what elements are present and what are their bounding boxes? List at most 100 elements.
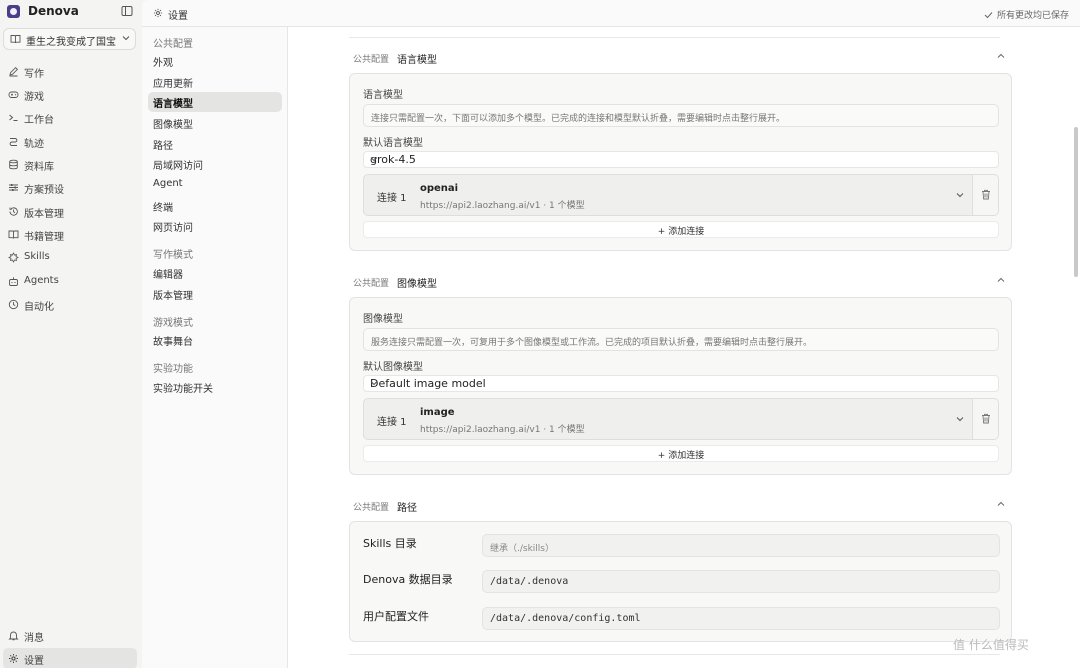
- nav-item-label: 资料库: [24, 162, 54, 173]
- bell-icon: [8, 630, 19, 641]
- nav-item-label: 工作台: [24, 115, 54, 126]
- field-label: 默认图像模型: [363, 362, 423, 373]
- default-image-model-select[interactable]: Default image model: [363, 375, 999, 392]
- nav-item-label: 自动化: [24, 302, 54, 313]
- watermark-text: 值 什么值得买: [953, 638, 1029, 652]
- nav-item-automation[interactable]: 自动化: [3, 294, 137, 315]
- add-connection-button[interactable]: + 添加连接: [363, 445, 999, 462]
- chevron-down-icon[interactable]: [956, 416, 964, 422]
- delete-connection-button[interactable]: [972, 399, 998, 439]
- settings-nav-label: Agent: [153, 178, 183, 189]
- section-scope: 公共配置: [353, 55, 390, 65]
- chevron-down-icon: [122, 35, 130, 41]
- nav-item-versions[interactable]: 版本管理: [3, 201, 137, 222]
- settings-nav-appearance[interactable]: 外观: [148, 51, 282, 71]
- nav-item-game[interactable]: 游戏: [3, 84, 137, 105]
- paths-card: Skills 目录 继承（./skills） Denova 数据目录 /data…: [349, 521, 1012, 642]
- chevron-down-icon: [370, 380, 992, 386]
- nav-item-workbench[interactable]: 工作台: [3, 107, 137, 128]
- bot-icon: [8, 276, 19, 287]
- nav-item-messages[interactable]: 消息: [3, 625, 137, 646]
- info-note-text: 连接只需配置一次，下面可以添加多个模型。已完成的连接和模型默认折叠，需要编辑时点…: [371, 114, 786, 124]
- clock-icon: [8, 299, 19, 310]
- delete-connection-button[interactable]: [972, 175, 998, 215]
- project-selector[interactable]: 重生之我变成了国宝: [3, 28, 136, 50]
- default-language-model-select[interactable]: grok-4.5: [363, 151, 999, 168]
- nav-item-write[interactable]: 写作: [3, 61, 137, 82]
- scrollbar[interactable]: [1072, 27, 1080, 668]
- connection-row[interactable]: 连接 1 image https://api2.laozhang.ai/v1 ·…: [363, 398, 999, 440]
- settings-nav-experimental[interactable]: 实验功能开关: [148, 377, 282, 397]
- terminal-icon: [8, 112, 19, 123]
- settings-content: 公共配置 语言模型 语言模型 连接只需配置一次，下面可以添加多个模型。已完成的连…: [288, 27, 1080, 668]
- settings-section-label: 写作模式: [153, 250, 193, 261]
- sidebar-toggle-icon[interactable]: [121, 5, 133, 17]
- settings-nav-updates[interactable]: 应用更新: [148, 72, 282, 92]
- settings-nav-label: 实验功能开关: [153, 384, 213, 395]
- language-model-card: 语言模型 连接只需配置一次，下面可以添加多个模型。已完成的连接和模型默认折叠，需…: [349, 73, 1012, 251]
- scrollbar-thumb[interactable]: [1074, 127, 1078, 277]
- settings-nav-version-control[interactable]: 版本管理: [148, 284, 282, 304]
- chevron-up-icon[interactable]: [997, 501, 1005, 507]
- input-placeholder: 继承（./skills）: [490, 544, 554, 554]
- section-header-paths[interactable]: 公共配置 路径: [353, 498, 1009, 514]
- settings-nav-label: 编辑器: [153, 270, 183, 281]
- chevron-up-icon[interactable]: [997, 277, 1005, 283]
- connection-detail: https://api2.laozhang.ai/v1 · 1 个模型: [420, 425, 585, 435]
- nav-item-books[interactable]: 书籍管理: [3, 224, 137, 245]
- route-icon: [8, 136, 19, 147]
- trash-icon: [981, 413, 991, 424]
- pen-icon: [8, 66, 19, 77]
- chevron-up-icon[interactable]: [997, 53, 1005, 59]
- section-title: 语言模型: [397, 55, 437, 66]
- data-dir-input[interactable]: /data/.denova: [482, 570, 1000, 593]
- divider: [349, 654, 1000, 655]
- settings-nav-image-model[interactable]: 图像模型: [148, 113, 282, 133]
- nav-item-presets[interactable]: 方案预设: [3, 177, 137, 198]
- nav-item-agents[interactable]: Agents: [3, 271, 137, 292]
- add-connection-button[interactable]: + 添加连接: [363, 221, 999, 238]
- input-value: /data/.denova/config.toml: [490, 613, 641, 624]
- nav-item-label: 书籍管理: [24, 232, 64, 243]
- nav-item-label: Skills: [24, 251, 50, 262]
- settings-nav-story-stage[interactable]: 故事舞台: [148, 330, 282, 350]
- section-header-language-model[interactable]: 公共配置 语言模型: [353, 50, 1009, 66]
- sliders-icon: [8, 182, 19, 193]
- book-open-icon: [10, 34, 21, 44]
- settings-nav-terminal[interactable]: 终端: [148, 196, 282, 216]
- nav-item-label: 游戏: [24, 92, 44, 103]
- section-scope: 公共配置: [353, 503, 390, 513]
- divider: [349, 37, 1000, 38]
- chevron-down-icon[interactable]: [956, 192, 964, 198]
- skills-dir-input[interactable]: 继承（./skills）: [482, 534, 1000, 557]
- trash-icon: [981, 189, 991, 200]
- nav-item-label: 轨迹: [24, 139, 44, 150]
- settings-nav-agent[interactable]: Agent: [148, 175, 282, 195]
- connection-index: 连接 1: [377, 417, 407, 428]
- nav-item-settings[interactable]: 设置: [3, 648, 137, 668]
- config-file-input[interactable]: /data/.denova/config.toml: [482, 607, 1000, 630]
- brand-header: Denova: [0, 0, 142, 24]
- top-bar: 设置 所有更改均已保存: [142, 0, 1080, 27]
- settings-nav-language-model[interactable]: 语言模型: [148, 92, 282, 112]
- settings-nav-label: 应用更新: [153, 79, 193, 90]
- save-status: 所有更改均已保存: [984, 8, 1069, 21]
- path-label: 用户配置文件: [363, 610, 429, 623]
- connection-row[interactable]: 连接 1 openai https://api2.laozhang.ai/v1 …: [363, 174, 999, 216]
- section-header-image-model[interactable]: 公共配置 图像模型: [353, 274, 1009, 290]
- settings-nav-lan-access[interactable]: 局域网访问: [148, 154, 282, 174]
- settings-section-label: 公共配置: [153, 39, 193, 50]
- nav-item-library[interactable]: 资料库: [3, 154, 137, 175]
- settings-nav-web-access[interactable]: 网页访问: [148, 216, 282, 236]
- nav-item-track[interactable]: 轨迹: [3, 131, 137, 152]
- section-scope: 公共配置: [353, 279, 390, 289]
- nav-item-label: 方案预设: [24, 185, 64, 196]
- settings-nav-label: 外观: [153, 58, 173, 69]
- settings-nav-editor[interactable]: 编辑器: [148, 263, 282, 283]
- settings-nav-label: 版本管理: [153, 291, 193, 302]
- settings-nav-label: 终端: [153, 203, 173, 214]
- nav-item-skills[interactable]: Skills: [3, 247, 137, 268]
- settings-nav-paths[interactable]: 路径: [148, 134, 282, 154]
- database-icon: [8, 159, 19, 170]
- gear-icon: [153, 8, 163, 18]
